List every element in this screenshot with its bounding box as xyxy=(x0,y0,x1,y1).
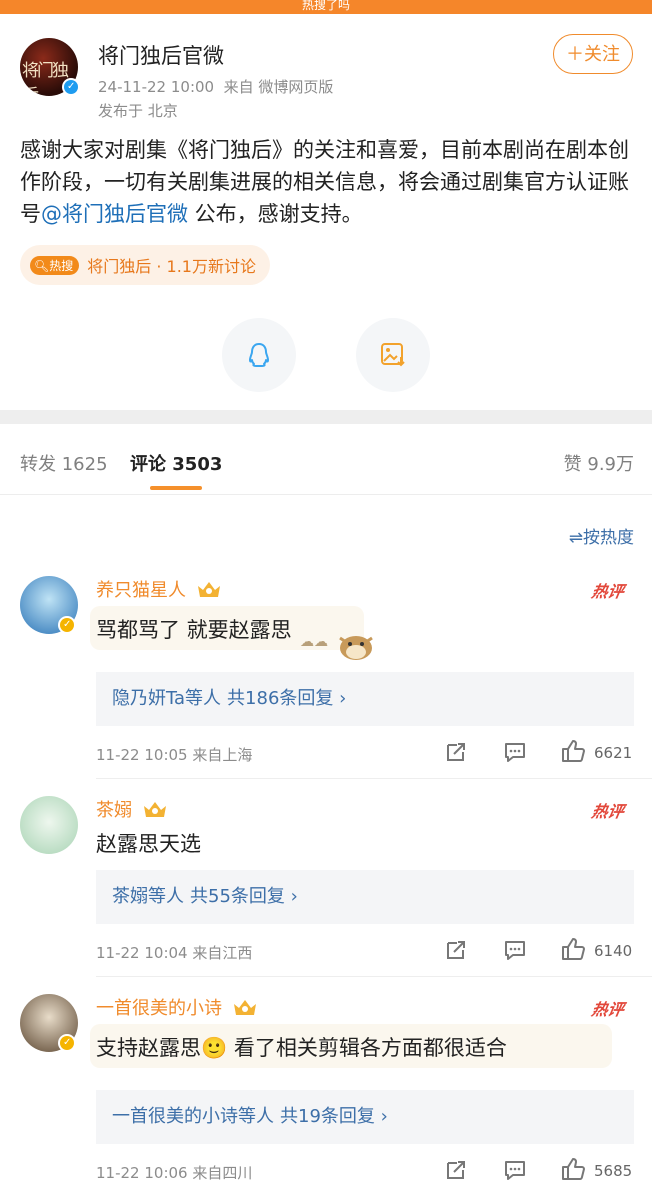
hot-search-text: 将门独后 · 1.1万新讨论 xyxy=(87,257,256,276)
verified-blue-icon: ✓ xyxy=(62,78,80,96)
like-count: 6621 xyxy=(594,744,633,762)
search-icon: 🔍︎ xyxy=(34,258,50,273)
comment-text: 骂都骂了 就要赵露思 xyxy=(96,618,292,642)
crown-badge-icon xyxy=(197,582,220,597)
sort-icon: ⇌ xyxy=(568,528,583,548)
reply-summary[interactable]: 隐乃妍Ta等人 共186条回复 › xyxy=(96,672,634,726)
author-name[interactable]: 将门独后官微 xyxy=(98,40,224,70)
comment-icon[interactable] xyxy=(503,740,527,764)
top-banner: 热搜了吗 xyxy=(0,0,652,14)
reply-summary[interactable]: 茶嫋等人 共55条回复 › xyxy=(96,870,634,924)
comment-location: 来自江西 xyxy=(192,944,253,962)
hot-comment-tag: 热评 xyxy=(590,582,626,601)
mention-link[interactable]: @将门独后官微 xyxy=(41,202,188,226)
tab-repost[interactable]: 转发 1625 xyxy=(20,450,108,476)
comment-time: 11-22 10:05 xyxy=(96,746,188,764)
post-source: 来自 微博网页版 xyxy=(223,78,334,96)
comment-icon[interactable] xyxy=(503,938,527,962)
interaction-tabs: 转发 1625 评论 3503 赞 9.9万 xyxy=(0,424,652,495)
comment-time: 11-22 10:04 xyxy=(96,944,188,962)
comment-text: 赵露思天选 xyxy=(96,832,201,856)
cloud-icon: ☁☁ xyxy=(300,634,328,650)
repost-icon[interactable] xyxy=(444,1158,468,1182)
hot-comment-tag: 热评 xyxy=(590,1000,626,1019)
cat-sticker-icon xyxy=(339,636,373,660)
crown-badge-icon xyxy=(143,802,166,817)
hot-badge-label: 热搜 xyxy=(49,258,74,273)
commenter-name-text: 茶嫋 xyxy=(96,800,132,821)
comment-separator xyxy=(96,976,652,977)
crown-badge-icon xyxy=(233,1000,256,1015)
comment-meta: 11-22 10:04 来自江西 xyxy=(96,942,252,963)
tab-comment[interactable]: 评论 3503 xyxy=(130,450,222,476)
verified-gold-icon: ✓ xyxy=(58,616,76,634)
post-time: 24-11-22 10:00 xyxy=(98,78,215,96)
comment-meta: 11-22 10:06 来自四川 xyxy=(96,1162,252,1183)
save-image-icon xyxy=(381,343,405,367)
post-body: 感谢大家对剧集《将门独后》的关注和喜爱，目前本剧尚在剧本创作阶段，一切有关剧集进… xyxy=(20,134,636,230)
commenter-avatar[interactable] xyxy=(20,796,78,854)
tab-indicator xyxy=(150,486,202,490)
comment-location: 来自四川 xyxy=(192,1164,253,1182)
commenter-name[interactable]: 茶嫋 xyxy=(96,796,168,822)
sort-label: 按热度 xyxy=(583,528,634,548)
comment-meta: 11-22 10:05 来自上海 xyxy=(96,744,252,765)
hot-comment-tag: 热评 xyxy=(590,802,626,821)
reply-count: 共19条回复 › xyxy=(280,1106,388,1127)
save-image-button[interactable] xyxy=(356,318,430,392)
comment-icon[interactable] xyxy=(503,1158,527,1182)
section-divider xyxy=(0,410,652,424)
comment-time: 11-22 10:06 xyxy=(96,1164,188,1182)
like-count: 5685 xyxy=(594,1162,633,1180)
tab-like[interactable]: 赞 9.9万 xyxy=(564,450,634,476)
commenter-name[interactable]: 养只猫星人 xyxy=(96,576,222,602)
reply-summary[interactable]: 一首很美的小诗等人 共19条回复 › xyxy=(96,1090,634,1144)
top-banner-title: 热搜了吗 xyxy=(301,0,350,12)
verified-gold-icon: ✓ xyxy=(58,1034,76,1052)
repost-icon[interactable] xyxy=(444,740,468,764)
qq-icon xyxy=(249,343,269,367)
like-icon[interactable] xyxy=(560,936,586,962)
follow-button[interactable]: ＋关注 xyxy=(553,34,633,74)
repost-icon[interactable] xyxy=(444,938,468,962)
commenter-name-text: 养只猫星人 xyxy=(96,580,186,601)
post-meta: 24-11-22 10:00 来自 微博网页版 xyxy=(98,76,333,97)
like-icon[interactable] xyxy=(560,738,586,764)
reply-users: 茶嫋等人 xyxy=(112,886,184,907)
comment-text: 支持赵露思🙂 看了相关剪辑各方面都很适合 xyxy=(96,1036,507,1060)
comment-separator xyxy=(96,778,652,779)
reply-users: 一首很美的小诗等人 xyxy=(112,1106,274,1127)
reply-users: 隐乃妍Ta等人 xyxy=(112,688,222,709)
hot-search-badge: 🔍︎热搜 xyxy=(30,255,80,275)
like-icon[interactable] xyxy=(560,1156,586,1182)
comment-location: 来自上海 xyxy=(192,746,253,764)
qq-share-button[interactable] xyxy=(222,318,296,392)
sort-button[interactable]: ⇌按热度 xyxy=(569,523,634,548)
reply-count: 共55条回复 › xyxy=(190,886,298,907)
post-text-after: 公布，感谢支持。 xyxy=(188,202,363,226)
commenter-name-text: 一首很美的小诗 xyxy=(96,998,222,1019)
post-location: 发布于 北京 xyxy=(98,102,178,120)
hot-search-pill[interactable]: 🔍︎热搜 将门独后 · 1.1万新讨论 xyxy=(20,245,270,285)
commenter-name[interactable]: 一首很美的小诗 xyxy=(96,994,258,1020)
reply-count: 共186条回复 › xyxy=(227,688,347,709)
like-count: 6140 xyxy=(594,942,633,960)
